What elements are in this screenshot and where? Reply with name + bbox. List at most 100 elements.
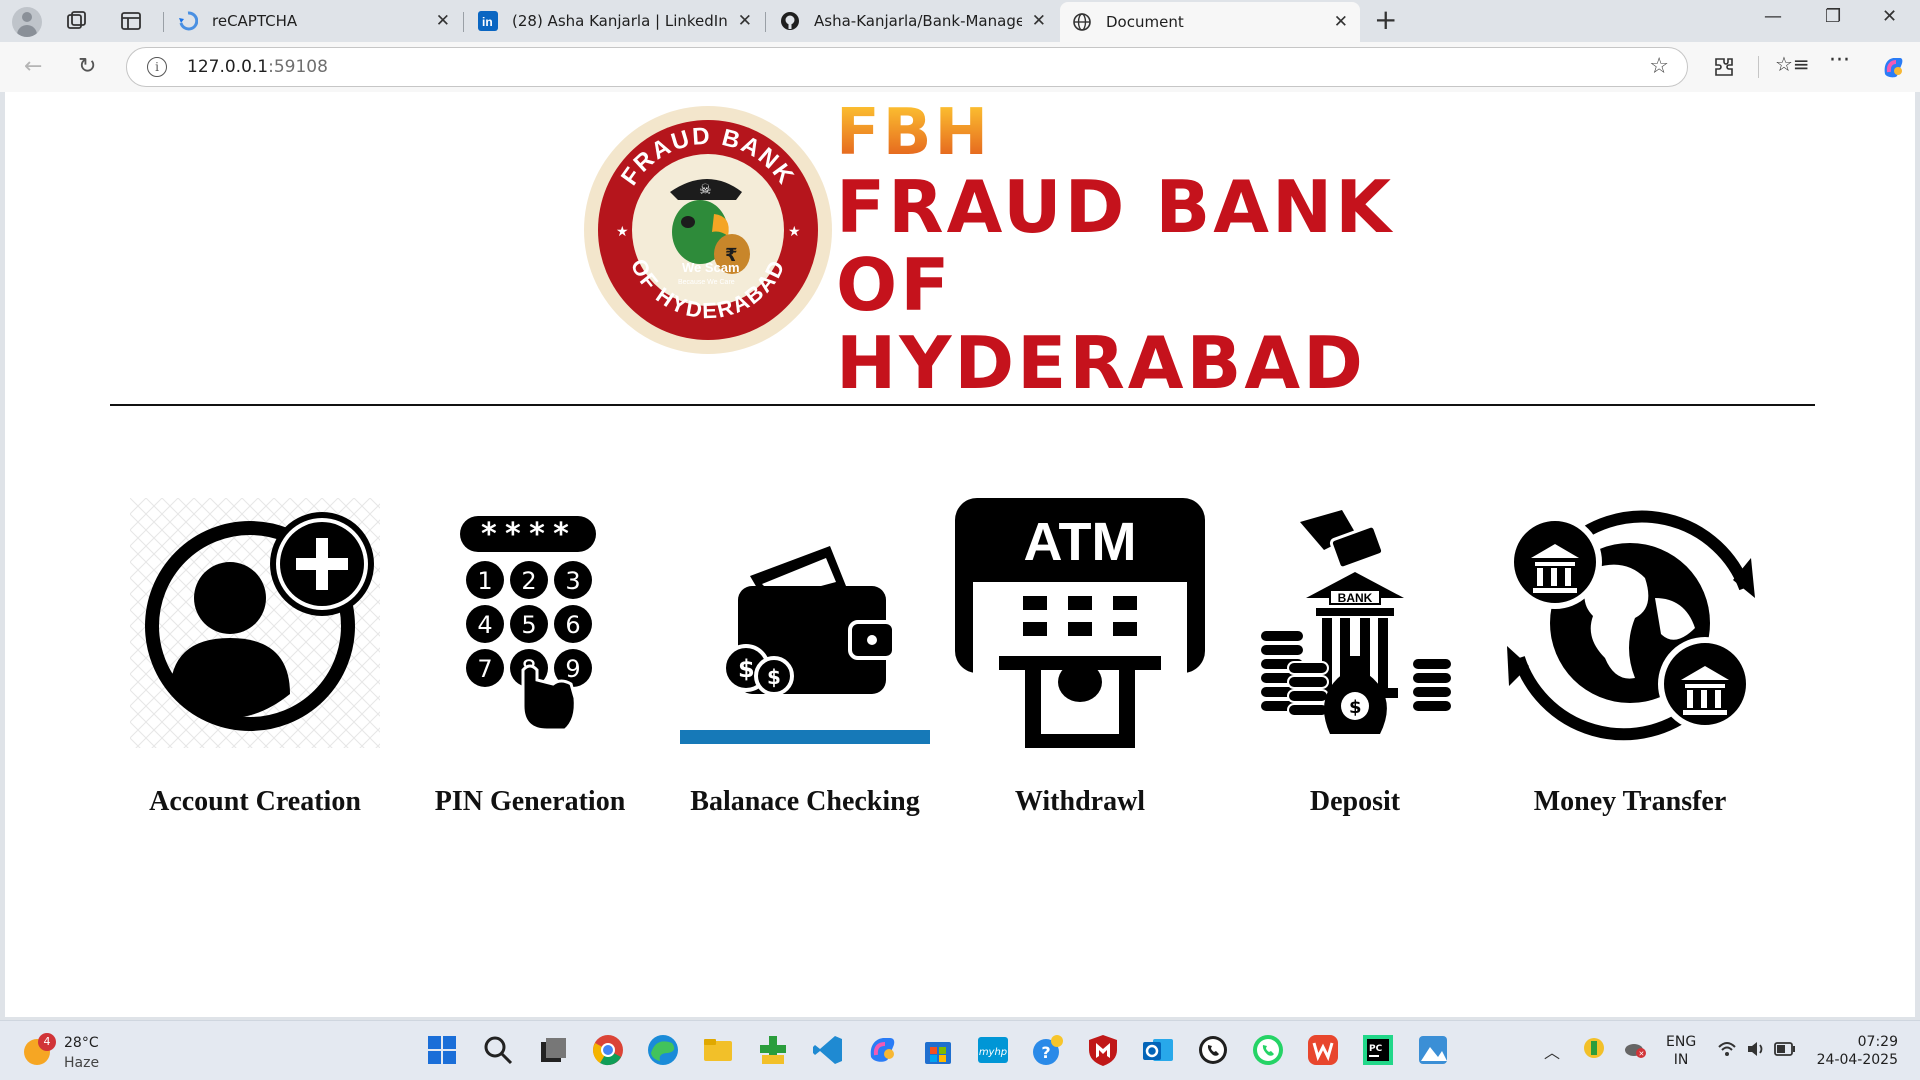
language-line2: IN xyxy=(1673,1052,1689,1068)
globe-transfer-icon[interactable] xyxy=(1505,498,1755,748)
keypad-mask: **** xyxy=(480,517,576,552)
atm-icon[interactable]: ATM xyxy=(955,498,1205,748)
wallet-icon[interactable]: $ $ xyxy=(680,498,930,748)
svg-text:✕: ✕ xyxy=(1639,1050,1645,1058)
svg-text:★: ★ xyxy=(788,224,801,240)
extensions-icon[interactable] xyxy=(1712,55,1736,79)
copilot-icon[interactable] xyxy=(1880,54,1906,80)
file-explorer-icon[interactable] xyxy=(701,1033,735,1067)
back-icon[interactable]: ← xyxy=(24,54,42,79)
logo-subtagline: Because We Care xyxy=(678,279,735,286)
site-info-icon[interactable]: i xyxy=(147,57,167,77)
tab-github[interactable]: Asha-Kanjarla/Bank-Management ✕ xyxy=(768,4,1058,38)
tab-title: Asha-Kanjarla/Bank-Management xyxy=(814,12,1022,30)
tab-actions-icon[interactable] xyxy=(118,8,144,34)
language-indicator[interactable]: ENG IN xyxy=(1666,1033,1696,1069)
close-window-icon[interactable]: ✕ xyxy=(1882,6,1897,27)
photos-icon[interactable] xyxy=(1416,1033,1450,1067)
service-label[interactable]: Withdrawl xyxy=(954,786,1206,818)
fraud-bank-logo-icon: FRAUD BANK OF HYDERABAD ★ ★ ☠ ₹ We Scam … xyxy=(584,106,832,354)
recaptcha-icon xyxy=(179,11,198,31)
keypad-icon[interactable]: **** 1 2 3 4 5 6 7 8 9 xyxy=(405,498,655,748)
svg-text:$: $ xyxy=(1349,697,1362,718)
clock-time: 07:29 xyxy=(1857,1034,1898,1050)
chrome-icon[interactable] xyxy=(591,1033,625,1067)
close-tab-icon[interactable]: ✕ xyxy=(738,11,752,31)
service-label[interactable]: Account Creation xyxy=(129,786,381,818)
address-bar[interactable]: i 127.0.0.1:59108 ☆ xyxy=(126,47,1688,87)
keypad-digit: 4 xyxy=(477,611,492,639)
tray-app-icon[interactable] xyxy=(1583,1037,1605,1059)
help-icon[interactable]: ? xyxy=(1031,1033,1065,1067)
onedrive-error-icon[interactable]: ✕ xyxy=(1623,1037,1647,1059)
task-view-icon[interactable] xyxy=(536,1033,570,1067)
service-pin-generation[interactable]: **** 1 2 3 4 5 6 7 8 9 xyxy=(404,498,656,818)
bank-full-name: FRAUD BANK OF HYDERABAD xyxy=(836,165,1395,405)
favorite-star-icon[interactable]: ☆ xyxy=(1649,54,1669,79)
svg-text:★: ★ xyxy=(616,224,629,240)
header-divider xyxy=(110,404,1815,406)
svg-text:in: in xyxy=(482,15,493,29)
service-label[interactable]: Money Transfer xyxy=(1504,786,1756,818)
tab-recaptcha[interactable]: reCAPTCHA ✕ xyxy=(166,4,462,38)
whatsapp-icon[interactable] xyxy=(1196,1033,1230,1067)
new-tab-button[interactable]: + xyxy=(1374,6,1397,34)
search-icon[interactable] xyxy=(481,1033,515,1067)
app-cross-icon[interactable] xyxy=(756,1033,790,1067)
pycharm-icon[interactable]: PC xyxy=(1361,1033,1395,1067)
atm-text: ATM xyxy=(1024,512,1137,572)
toolbar-separator xyxy=(1758,56,1759,78)
vscode-icon[interactable] xyxy=(811,1033,845,1067)
more-menu-icon[interactable]: ··· xyxy=(1829,48,1850,73)
page-viewport: FRAUD BANK OF HYDERABAD ★ ★ ☠ ₹ We Scam … xyxy=(5,92,1915,1017)
wps-office-icon[interactable] xyxy=(1306,1033,1340,1067)
refresh-icon[interactable]: ↻ xyxy=(78,54,96,79)
profile-avatar-icon[interactable] xyxy=(12,7,42,37)
edge-icon[interactable] xyxy=(646,1033,680,1067)
myhp-icon[interactable]: myhp xyxy=(976,1033,1010,1067)
logo-tagline: We Scam xyxy=(682,260,740,275)
mcafee-icon[interactable] xyxy=(1086,1033,1120,1067)
tab-document[interactable]: Document ✕ xyxy=(1060,2,1360,42)
wifi-icon[interactable] xyxy=(1717,1039,1737,1059)
close-tab-icon[interactable]: ✕ xyxy=(436,11,450,31)
service-label[interactable]: Balanace Checking xyxy=(679,786,931,818)
tab-separator xyxy=(765,12,766,32)
weather-temp: 28°C xyxy=(64,1035,99,1051)
bank-header: FRAUD BANK OF HYDERABAD ★ ★ ☠ ₹ We Scam … xyxy=(5,92,1915,412)
whatsapp-green-icon[interactable] xyxy=(1251,1033,1285,1067)
minimize-icon[interactable]: — xyxy=(1764,6,1782,27)
keypad-digit: 1 xyxy=(477,567,492,595)
close-tab-icon[interactable]: ✕ xyxy=(1334,12,1348,32)
address-url[interactable]: 127.0.0.1:59108 xyxy=(187,57,328,77)
service-deposit[interactable]: BANK $ Deposit xyxy=(1229,498,1481,818)
outlook-icon[interactable] xyxy=(1141,1033,1175,1067)
browser-toolbar: ← ↻ i 127.0.0.1:59108 ☆ ☆≡ ··· xyxy=(0,42,1920,92)
copilot-app-icon[interactable] xyxy=(866,1033,900,1067)
keypad-digit: 2 xyxy=(521,567,536,595)
service-money-transfer[interactable]: Money Transfer xyxy=(1504,498,1756,818)
show-hidden-icons-icon[interactable]: ︿ xyxy=(1544,1039,1560,1063)
tab-linkedin[interactable]: in (28) Asha Kanjarla | LinkedIn ✕ xyxy=(466,4,764,38)
close-tab-icon[interactable]: ✕ xyxy=(1032,11,1046,31)
bank-abbreviation: FBH xyxy=(836,98,1476,168)
favorites-icon[interactable]: ☆≡ xyxy=(1775,52,1810,76)
language-line1: ENG xyxy=(1666,1034,1697,1050)
restore-icon[interactable]: ❐ xyxy=(1825,6,1841,27)
bank-deposit-icon[interactable]: BANK $ xyxy=(1230,498,1480,748)
bank-text: BANK xyxy=(1338,591,1373,605)
tab-separator xyxy=(463,12,464,32)
battery-icon[interactable] xyxy=(1774,1041,1796,1057)
service-balance-checking[interactable]: $ $ Balanace Checking xyxy=(679,498,931,818)
service-label[interactable]: PIN Generation xyxy=(404,786,656,818)
add-user-icon[interactable] xyxy=(130,498,380,748)
workspaces-icon[interactable] xyxy=(64,8,90,34)
service-label[interactable]: Deposit xyxy=(1229,786,1481,818)
volume-icon[interactable] xyxy=(1746,1039,1766,1059)
service-account-creation[interactable]: Account Creation xyxy=(129,498,381,818)
system-clock[interactable]: 07:29 24-04-2025 xyxy=(1814,1033,1898,1069)
windows-taskbar: 4 28°C Haze myhp ? PC ︿ ✕ ENG IN 07:29 2… xyxy=(0,1020,1920,1080)
ms-store-icon[interactable] xyxy=(921,1033,955,1067)
service-withdrawl[interactable]: ATM Withdrawl xyxy=(954,498,1206,818)
windows-start-icon[interactable] xyxy=(425,1033,459,1067)
